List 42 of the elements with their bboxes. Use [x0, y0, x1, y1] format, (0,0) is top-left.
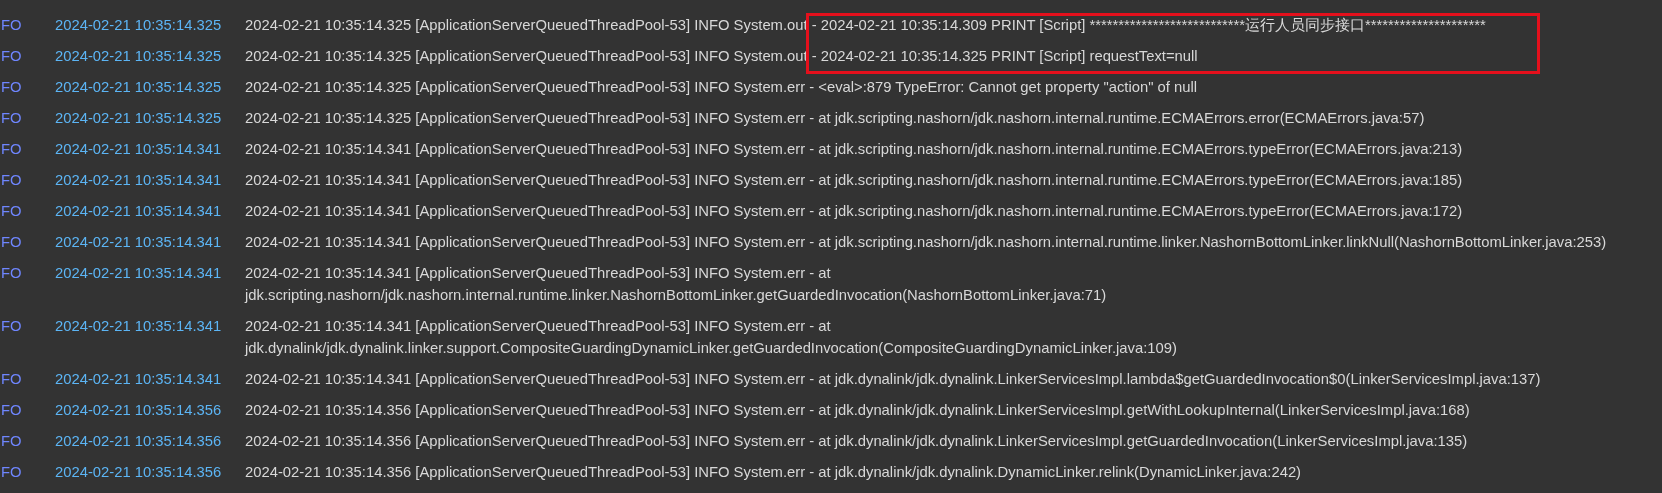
- log-timestamp: 2024-02-21 10:35:14.341: [55, 140, 223, 159]
- log-timestamp: 2024-02-21 10:35:14.356: [55, 463, 223, 482]
- log-message: 2024-02-21 10:35:14.325 [ApplicationServerQueuedThreadPool-53] INFO System.err - at jdk.scripting.nashorn/jdk.nashorn.internal.runtime.ECMAErrors.error(ECMAErrors.java:57): [245, 109, 1426, 128]
- log-level: FO: [0, 202, 23, 221]
- log-level: FO: [0, 432, 23, 451]
- log-message: 2024-02-21 10:35:14.325 [ApplicationServerQueuedThreadPool-53] INFO System.err - <eval>:879 TypeError: Cannot get property "action" of null: [245, 78, 1199, 97]
- log-level: FO: [0, 78, 23, 97]
- log-level: FO: [0, 264, 23, 283]
- log-message: 2024-02-21 10:35:14.341 [ApplicationServerQueuedThreadPool-53] INFO System.err - at jdk.scripting.nashorn/jdk.nashorn.internal.runtime.ECMAErrors.typeError(ECMAErrors.java:213): [245, 140, 1464, 159]
- log-message: 2024-02-21 10:35:14.341 [ApplicationServerQueuedThreadPool-53] INFO System.err - at jdk.scripting.nashorn/jdk.nashorn.internal.runtime.ECMAErrors.typeError(ECMAErrors.java:185): [245, 171, 1464, 190]
- log-level: FO: [0, 463, 23, 482]
- log-timestamp: 2024-02-21 10:35:14.341: [55, 264, 223, 283]
- log-message: 2024-02-21 10:35:14.341 [ApplicationServerQueuedThreadPool-53] INFO System.err - at jdk.scripting.nashorn/jdk.nashorn.internal.runtime.ECMAErrors.typeError(ECMAErrors.java:172): [245, 202, 1464, 221]
- log-message: 2024-02-21 10:35:14.341 [ApplicationServerQueuedThreadPool-53] INFO System.err - at jdk.dynalink/jdk.dynalink.linker.support.CompositeGuardingDynamicLinker.getGuardedInvocation(CompositeGuardingDynamicLinker.java:109): [245, 317, 1178, 358]
- log-message: 2024-02-21 10:35:14.341 [ApplicationServerQueuedThreadPool-53] INFO System.err - at jdk.scripting.nashorn/jdk.nashorn.internal.runtime.linker.NashornBottomLinker.linkNull(NashornBottomLinker.java:253): [245, 233, 1608, 252]
- log-level: FO: [0, 317, 23, 336]
- log-timestamp: 2024-02-21 10:35:14.341: [55, 202, 223, 221]
- log-message: 2024-02-21 10:35:14.356 [ApplicationServerQueuedThreadPool-53] INFO System.err - at jdk.dynalink/jdk.dynalink.DynamicLinker.relink(DynamicLinker.java:242): [245, 463, 1303, 482]
- log-timestamp: 2024-02-21 10:35:14.325: [55, 109, 223, 128]
- log-message: 2024-02-21 10:35:14.325 [ApplicationServerQueuedThreadPool-53] INFO System.out - 2024-02-21 10:35:14.325 PRINT [Script] requestText=null: [245, 47, 1199, 66]
- log-message: 2024-02-21 10:35:14.325 [ApplicationServerQueuedThreadPool-53] INFO System.out - 2024-02-21 10:35:14.309 PRINT [Script] ***************************运行人员同步接口*********************: [245, 16, 1487, 35]
- log-level: FO: [0, 140, 23, 159]
- log-level: FO: [0, 233, 23, 252]
- log-timestamp: 2024-02-21 10:35:14.341: [55, 171, 223, 190]
- log-level: FO: [0, 109, 23, 128]
- log-timestamp: 2024-02-21 10:35:14.356: [55, 432, 223, 451]
- log-timestamp: 2024-02-21 10:35:14.341: [55, 233, 223, 252]
- log-level: FO: [0, 401, 23, 420]
- log-level: FO: [0, 16, 23, 35]
- log-timestamp: 2024-02-21 10:35:14.341: [55, 370, 223, 389]
- log-timestamp: 2024-02-21 10:35:14.341: [55, 317, 223, 336]
- log-timestamp: 2024-02-21 10:35:14.325: [55, 47, 223, 66]
- log-message: 2024-02-21 10:35:14.341 [ApplicationServerQueuedThreadPool-53] INFO System.err - at jdk.dynalink/jdk.dynalink.LinkerServicesImpl.lambda$getGuardedInvocation$0(LinkerServicesImpl.java:137): [245, 370, 1542, 389]
- log-timestamp: 2024-02-21 10:35:14.325: [55, 16, 223, 35]
- log-message: 2024-02-21 10:35:14.356 [ApplicationServerQueuedThreadPool-53] INFO System.err - at jdk.dynalink/jdk.dynalink.LinkerServicesImpl.getWithLookupInternal(LinkerServicesImpl.java:168): [245, 401, 1471, 420]
- log-level: FO: [0, 47, 23, 66]
- log-timestamp: 2024-02-21 10:35:14.356: [55, 401, 223, 420]
- log-message: 2024-02-21 10:35:14.341 [ApplicationServerQueuedThreadPool-53] INFO System.err - at jdk.scripting.nashorn/jdk.nashorn.internal.runtime.linker.NashornBottomLinker.getGuardedInvocation(NashornBottomLinker.java:71): [245, 264, 1108, 305]
- log-message: 2024-02-21 10:35:14.356 [ApplicationServerQueuedThreadPool-53] INFO System.err - at jdk.dynalink/jdk.dynalink.LinkerServicesImpl.getGuardedInvocation(LinkerServicesImpl.java:135): [245, 432, 1469, 451]
- log-level: FO: [0, 370, 23, 389]
- log-timestamp: 2024-02-21 10:35:14.325: [55, 78, 223, 97]
- log-level: FO: [0, 171, 23, 190]
